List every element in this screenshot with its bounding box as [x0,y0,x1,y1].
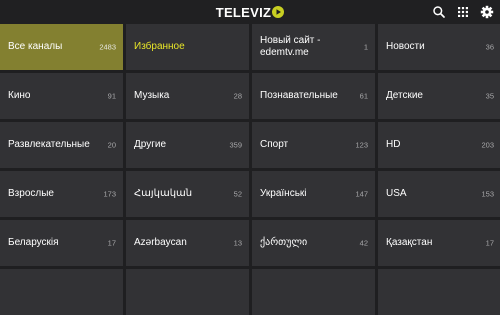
category-tile-favorites[interactable]: Избранное [126,24,249,70]
category-tile[interactable] [126,269,249,315]
category-name: Взрослые [8,188,54,199]
category-tile-all-channels[interactable]: Все каналы 2483 [0,24,123,70]
category-count: 359 [229,140,242,150]
category-name: Избранное [134,41,185,52]
toolbar [432,5,494,19]
category-tile-adult[interactable]: Взрослые 173 [0,171,123,217]
category-count: 147 [355,189,368,199]
category-count: 17 [485,238,494,248]
category-name: Հայկական [134,188,193,199]
category-name: Детские [386,90,423,101]
category-tile-other[interactable]: Другие 359 [126,122,249,168]
category-count: 35 [485,91,494,101]
category-tile-entertainment[interactable]: Развлекательные 20 [0,122,123,168]
category-count: 52 [233,189,242,199]
category-tile-educational[interactable]: Познавательные 61 [252,73,375,119]
category-tile-armenian[interactable]: Հայկական 52 [126,171,249,217]
category-name: Кино [8,90,31,101]
category-tile-kazakhstan[interactable]: Қазақстан 17 [378,220,500,266]
apps-grid-icon[interactable] [456,5,470,19]
category-name: ქართული [260,237,308,248]
category-count: 2483 [99,42,116,52]
category-grid: Все каналы 2483 Избранное Новый сайт - e… [0,24,500,315]
category-name: Познавательные [260,90,338,101]
category-tile-news[interactable]: Новости 36 [378,24,500,70]
category-name: Қазақстан [386,237,433,248]
category-name: HD [386,139,401,150]
category-tile[interactable] [252,269,375,315]
category-name: Новости [386,41,425,52]
category-name: Музыка [134,90,170,101]
category-name: Развлекательные [8,139,90,150]
category-count: 42 [359,238,368,248]
category-tile-azerbaijan[interactable]: Azərbaycan 13 [126,220,249,266]
top-bar: TELEVIZ [0,0,500,24]
category-tile-music[interactable]: Музыка 28 [126,73,249,119]
category-name: Українські [260,188,307,199]
category-tile-ukrainian[interactable]: Українські 147 [252,171,375,217]
category-name: Другие [134,139,167,150]
settings-gear-icon[interactable] [480,5,494,19]
category-tile-new-site[interactable]: Новый сайт - edemtv.me 1 [252,24,375,70]
category-name: USA [386,188,407,199]
category-count: 153 [481,189,494,199]
category-count: 91 [107,91,116,101]
category-name: Спорт [260,139,289,150]
category-name: Новый сайт - edemtv.me [260,35,321,58]
category-count: 173 [103,189,116,199]
category-count: 61 [359,91,368,101]
category-tile-kids[interactable]: Детские 35 [378,73,500,119]
category-tile-hd[interactable]: HD 203 [378,122,500,168]
search-icon[interactable] [432,5,446,19]
logo-text: TELEVIZ [215,4,272,20]
category-name: Azərbaycan [134,237,187,248]
category-tile-georgian[interactable]: ქართული 42 [252,220,375,266]
category-count: 203 [481,140,494,150]
category-count: 28 [233,91,242,101]
category-count: 17 [107,238,116,248]
category-count: 123 [355,140,368,150]
category-name: Все каналы [8,41,63,52]
category-count: 36 [485,42,494,52]
category-tile[interactable] [378,269,500,315]
category-name: Беларускія [8,237,59,248]
category-tile-belarusian[interactable]: Беларускія 17 [0,220,123,266]
category-tile-usa[interactable]: USA 153 [378,171,500,217]
category-count: 1 [363,42,368,52]
category-tile-movies[interactable]: Кино 91 [0,73,123,119]
category-count: 20 [107,140,116,150]
logo-play-icon [272,6,285,18]
category-tile[interactable] [0,269,123,315]
category-tile-sport[interactable]: Спорт 123 [252,122,375,168]
category-count: 13 [233,238,242,248]
app-logo: TELEVIZ [0,4,500,20]
